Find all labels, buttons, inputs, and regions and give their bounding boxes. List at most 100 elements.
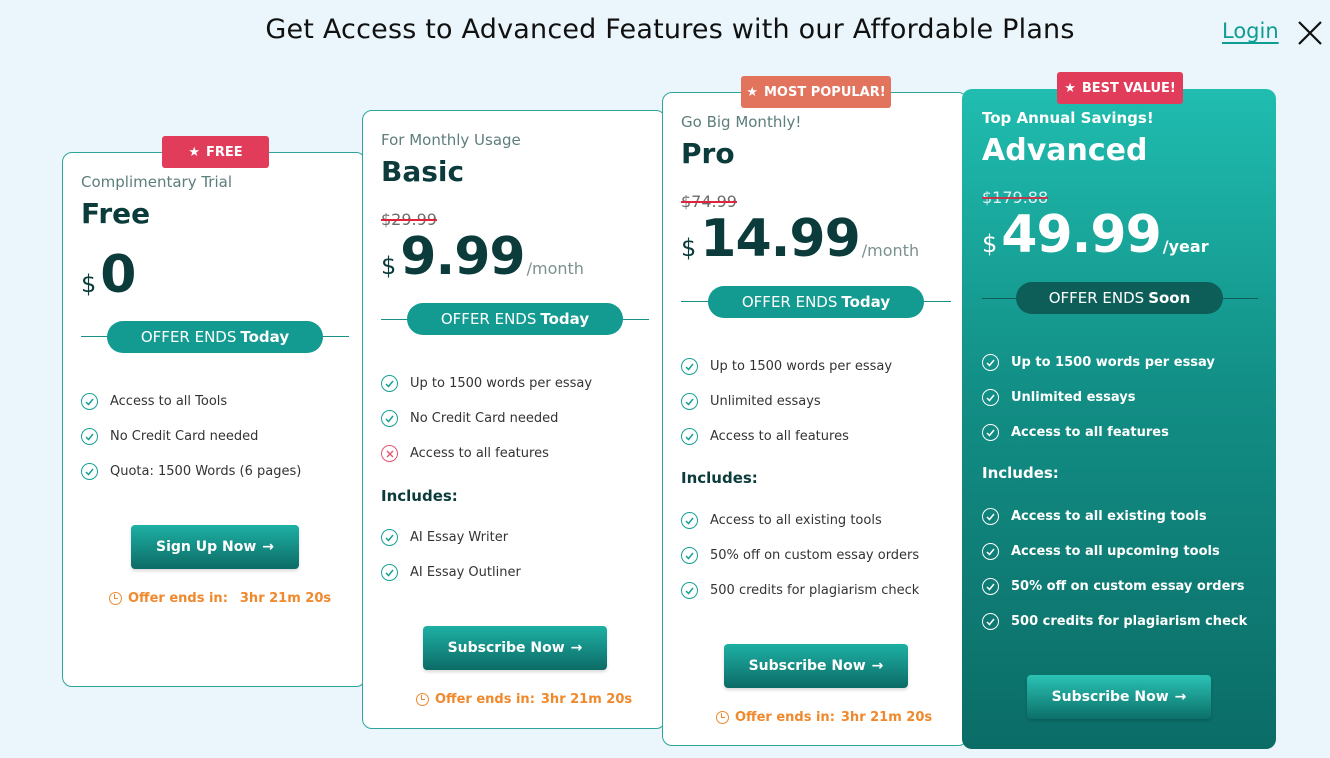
offer-prefix: OFFER ENDS: [1048, 289, 1145, 307]
check-circle-icon: [982, 543, 999, 560]
offer-suffix: Today: [540, 310, 590, 328]
currency-symbol: $: [681, 234, 697, 262]
check-circle-icon: [81, 463, 98, 480]
badge-label: FREE: [206, 144, 243, 160]
timer-label: Offer ends in:: [128, 591, 228, 606]
clock-icon: [716, 711, 729, 724]
arrow-right-icon: →: [1174, 689, 1187, 705]
price-amount: 9.99: [400, 227, 525, 287]
arrow-right-icon: →: [570, 640, 583, 656]
list-item: No Credit Card needed: [81, 419, 301, 454]
plan-price: $ 9.99 /month: [381, 227, 584, 287]
check-circle-icon: [982, 389, 999, 406]
list-item: Access to all features: [681, 419, 892, 454]
list-item: Access to all existing tools: [982, 499, 1247, 534]
includes-list: Access to all existing tools 50% off on …: [681, 503, 919, 608]
check-circle-icon: [681, 547, 698, 564]
timer-label: Offer ends in:: [735, 710, 835, 725]
list-item: Unlimited essays: [681, 384, 892, 419]
offer-prefix: OFFER ENDS: [741, 293, 838, 311]
list-item: Access to all upcoming tools: [982, 534, 1247, 569]
offer-ends-pill: OFFER ENDS Today: [107, 321, 323, 353]
includes-heading: Includes:: [681, 469, 758, 487]
list-item: Up to 1500 words per essay: [982, 345, 1215, 380]
star-icon: ★: [188, 144, 200, 160]
check-circle-icon: [982, 508, 999, 525]
plan-name: Advanced: [982, 133, 1148, 168]
login-link[interactable]: Login: [1222, 19, 1279, 43]
currency-symbol: $: [982, 230, 998, 258]
feature-text: Up to 1500 words per essay: [1011, 355, 1215, 370]
offer-suffix: Today: [240, 328, 290, 346]
plan-badge: ★ BEST VALUE!: [1057, 72, 1183, 104]
timer-label: Offer ends in:: [435, 692, 535, 707]
arrow-right-icon: →: [262, 539, 274, 555]
feature-text: Up to 1500 words per essay: [710, 359, 893, 374]
plan-price: $ 0: [81, 245, 136, 305]
check-circle-icon: [982, 578, 999, 595]
badge-label: MOST POPULAR!: [763, 84, 886, 100]
button-label: Subscribe Now: [447, 640, 565, 656]
list-item: Up to 1500 words per essay: [681, 349, 892, 384]
subscribe-button[interactable]: Subscribe Now →: [423, 626, 607, 670]
feature-list: Access to all Tools No Credit Card neede…: [81, 384, 301, 489]
check-circle-icon: [681, 393, 698, 410]
plan-name: Basic: [381, 155, 465, 188]
badge-label: BEST VALUE!: [1081, 80, 1176, 96]
check-circle-icon: [81, 428, 98, 445]
price-amount: 0: [100, 245, 136, 305]
timer-value: 3hr 21m 20s: [540, 692, 633, 707]
list-item: Access to all features: [381, 436, 592, 471]
list-item: 500 credits for plagiarism check: [982, 604, 1247, 639]
button-label: Subscribe Now: [1051, 689, 1169, 705]
plan-subtitle: Go Big Monthly!: [681, 113, 802, 131]
check-circle-icon: [381, 410, 398, 427]
list-item: 50% off on custom essay orders: [681, 538, 919, 573]
include-text: Access to all upcoming tools: [1011, 544, 1220, 559]
price-period: /month: [861, 241, 920, 260]
feature-text: Access to all features: [710, 429, 849, 444]
plan-name: Pro: [681, 137, 735, 170]
offer-timer: Offer ends in: 3hr 21m 20s: [716, 710, 932, 725]
feature-text: Unlimited essays: [1011, 390, 1136, 405]
button-label: Subscribe Now: [748, 658, 866, 674]
star-icon: ★: [1064, 80, 1076, 96]
subscribe-button[interactable]: Subscribe Now →: [1027, 675, 1211, 719]
price-period: /year: [1162, 237, 1209, 256]
check-circle-icon: [982, 424, 999, 441]
include-text: AI Essay Writer: [410, 530, 509, 545]
page-title: Get Access to Advanced Features with our…: [265, 14, 1075, 45]
check-circle-icon: [982, 613, 999, 630]
plan-card-pro: ★ MOST POPULAR! Go Big Monthly! Pro $74.…: [662, 76, 968, 746]
feature-text: No Credit Card needed: [410, 411, 559, 426]
offer-suffix: Soon: [1148, 289, 1191, 307]
offer-prefix: OFFER ENDS: [440, 310, 537, 328]
sign-up-button[interactable]: Sign Up Now →: [131, 525, 299, 569]
price-period: /month: [526, 259, 584, 278]
list-item: AI Essay Writer: [381, 520, 521, 555]
offer-ends-pill: OFFER ENDS Today: [407, 303, 623, 335]
clock-icon: [416, 693, 429, 706]
offer-ends-pill: OFFER ENDS Soon: [1016, 282, 1223, 314]
includes-heading: Includes:: [381, 487, 458, 505]
plan-price: $ 49.99 /year: [982, 205, 1209, 265]
close-icon[interactable]: [1297, 20, 1323, 46]
include-text: 50% off on custom essay orders: [710, 548, 920, 563]
list-item: 50% off on custom essay orders: [982, 569, 1247, 604]
check-circle-icon: [381, 529, 398, 546]
feature-list: Up to 1500 words per essay Unlimited ess…: [982, 345, 1215, 450]
include-text: Access to all existing tools: [710, 513, 882, 528]
check-circle-icon: [681, 358, 698, 375]
timer-value: 3hr 21m 20s: [840, 710, 933, 725]
plan-card-free: ★ FREE Complimentary Trial Free $ 0 OFFE…: [62, 136, 366, 687]
include-text: 500 credits for plagiarism check: [1011, 614, 1248, 629]
subscribe-button[interactable]: Subscribe Now →: [724, 644, 908, 688]
plan-price: $ 14.99 /month: [681, 209, 919, 269]
list-item: No Credit Card needed: [381, 401, 592, 436]
feature-text: Access to all features: [410, 446, 549, 461]
plan-badge: ★ MOST POPULAR!: [741, 76, 891, 108]
feature-text: Unlimited essays: [710, 394, 821, 409]
includes-list: AI Essay Writer AI Essay Outliner: [381, 520, 521, 590]
includes-list: Access to all existing tools Access to a…: [982, 499, 1247, 639]
list-item: Unlimited essays: [982, 380, 1215, 415]
